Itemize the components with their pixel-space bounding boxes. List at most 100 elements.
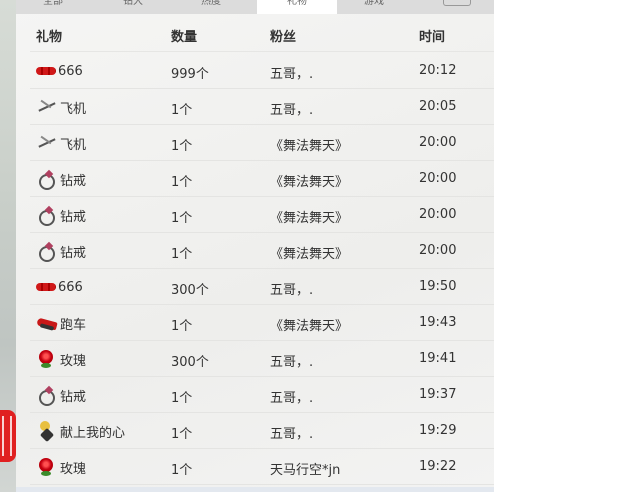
gift-cell: 钻戒 [36, 241, 87, 262]
gift-name: 飞机 [60, 101, 87, 117]
gift-name: 跑车 [60, 317, 87, 333]
diamond-ring-icon [36, 385, 58, 406]
diamond-ring-icon [36, 241, 58, 262]
rose-icon [36, 349, 58, 369]
fan-name-cell[interactable]: 《舞法舞天》 [270, 243, 348, 262]
gift-name: 666 [58, 63, 83, 79]
tab-gift[interactable]: 礼物 [257, 0, 337, 14]
table-row: 钻戒 1个 《舞法舞天》 20:00 [30, 197, 494, 233]
quantity-cell: 1个 [171, 211, 193, 226]
quantity-cell: 1个 [171, 391, 193, 406]
table-row: 飞机 1个 《舞法舞天》 20:00 [30, 125, 494, 161]
tab-game[interactable]: 游戏 [359, 0, 389, 14]
time-cell: 20:05 [419, 99, 457, 114]
table-row: 玫瑰 1个 天马行空*jn 19:22 [30, 449, 494, 485]
gift-name: 钻戒 [60, 245, 87, 261]
table-row: 钻戒 1个 五哥，. 19:37 [30, 377, 494, 413]
gift-cell: 飞机 [36, 133, 86, 153]
table-row: 666 300个 五哥，. 19:50 [30, 269, 494, 305]
gift-list-panel: 全部 钻大 热度 礼物 游戏 礼物 数量 粉丝 时间 666 999个 五哥，. 20… [16, 0, 494, 487]
quantity-cell: 300个 [171, 355, 209, 370]
quantity-cell: 1个 [171, 247, 193, 262]
gift-name: 飞机 [60, 137, 87, 153]
quantity-cell: 1个 [171, 103, 193, 118]
gift-cell: 666 [36, 277, 83, 297]
gift-cell: 跑车 [36, 313, 86, 333]
fan-name-cell[interactable]: 《舞法舞天》 [270, 207, 348, 226]
table-header: 礼物 数量 粉丝 时间 [30, 14, 494, 52]
tab-more-icon[interactable] [443, 0, 471, 6]
sports-car-icon [36, 313, 58, 333]
table-row: 献上我的心 1个 五哥，. 19:29 [30, 413, 494, 449]
gift-cell: 666 [36, 61, 83, 81]
gift-name: 献上我的心 [60, 425, 126, 441]
combo-666-icon [36, 277, 56, 297]
fan-name-cell[interactable]: 五哥，. [270, 423, 313, 442]
gift-cell: 飞机 [36, 97, 86, 117]
quantity-cell: 999个 [171, 67, 209, 82]
combo-666-icon [36, 61, 56, 81]
diamond-ring-icon [36, 169, 58, 190]
time-cell: 20:00 [419, 243, 457, 258]
tab-bar: 全部 钻大 热度 礼物 游戏 [16, 0, 494, 14]
bottom-border [16, 487, 494, 492]
fan-name-cell[interactable]: 《舞法舞天》 [270, 135, 348, 154]
diamond-ring-icon [36, 205, 58, 226]
time-cell: 19:41 [419, 351, 457, 366]
table-row: 钻戒 1个 《舞法舞天》 20:00 [30, 233, 494, 269]
table-row: 钻戒 1个 《舞法舞天》 20:00 [30, 161, 494, 197]
fan-name-cell[interactable]: 五哥，. [270, 279, 313, 298]
column-header-quantity: 数量 [171, 30, 198, 45]
tab-diamond[interactable]: 钻大 [118, 0, 148, 14]
fan-name-cell[interactable]: 天马行空*jn [270, 459, 340, 478]
table-row: 玫瑰 300个 五哥，. 19:41 [30, 341, 494, 377]
gift-cell: 钻戒 [36, 169, 87, 190]
time-cell: 19:29 [419, 423, 457, 438]
quantity-cell: 1个 [171, 319, 193, 334]
gift-cell: 钻戒 [36, 385, 87, 406]
tab-hot[interactable]: 热度 [196, 0, 226, 14]
quantity-cell: 1个 [171, 427, 193, 442]
quantity-cell: 1个 [171, 463, 193, 478]
table-row: 666 999个 五哥，. 20:12 [30, 53, 494, 89]
background-left-strip [0, 0, 16, 492]
gift-name: 钻戒 [60, 389, 87, 405]
time-cell: 19:50 [419, 279, 457, 294]
airplane-icon [36, 97, 58, 117]
fan-name-cell[interactable]: 《舞法舞天》 [270, 171, 348, 190]
gift-cell: 献上我的心 [36, 421, 125, 441]
gift-cell: 钻戒 [36, 205, 87, 226]
rose-icon [36, 457, 58, 477]
gift-name: 玫瑰 [60, 461, 87, 477]
table-row: 跑车 1个 《舞法舞天》 19:43 [30, 305, 494, 341]
time-cell: 20:00 [419, 135, 457, 150]
time-cell: 19:37 [419, 387, 457, 402]
quantity-cell: 300个 [171, 283, 209, 298]
quantity-cell: 1个 [171, 139, 193, 154]
gift-cell: 玫瑰 [36, 457, 86, 477]
heart-offering-icon [36, 421, 58, 441]
table-row: 飞机 1个 五哥，. 20:05 [30, 89, 494, 125]
column-header-time: 时间 [419, 30, 446, 45]
airplane-icon [36, 133, 58, 153]
column-header-fan: 粉丝 [270, 30, 297, 45]
side-tab-text-mark [2, 416, 12, 456]
fan-name-cell[interactable]: 《舞法舞天》 [270, 315, 348, 334]
fan-name-cell[interactable]: 五哥，. [270, 99, 313, 118]
time-cell: 19:22 [419, 459, 457, 474]
quantity-cell: 1个 [171, 175, 193, 190]
gift-name: 钻戒 [60, 173, 87, 189]
fan-name-cell[interactable]: 五哥，. [270, 63, 313, 82]
gift-name: 钻戒 [60, 209, 87, 225]
side-red-tab[interactable] [0, 410, 16, 462]
gift-name: 666 [58, 279, 83, 295]
fan-name-cell[interactable]: 五哥，. [270, 351, 313, 370]
time-cell: 20:00 [419, 171, 457, 186]
column-header-gift: 礼物 [36, 30, 63, 45]
time-cell: 19:43 [419, 315, 457, 330]
gift-cell: 玫瑰 [36, 349, 86, 369]
gift-name: 玫瑰 [60, 353, 87, 369]
fan-name-cell[interactable]: 五哥，. [270, 387, 313, 406]
tab-all[interactable]: 全部 [38, 0, 68, 14]
time-cell: 20:12 [419, 63, 457, 78]
